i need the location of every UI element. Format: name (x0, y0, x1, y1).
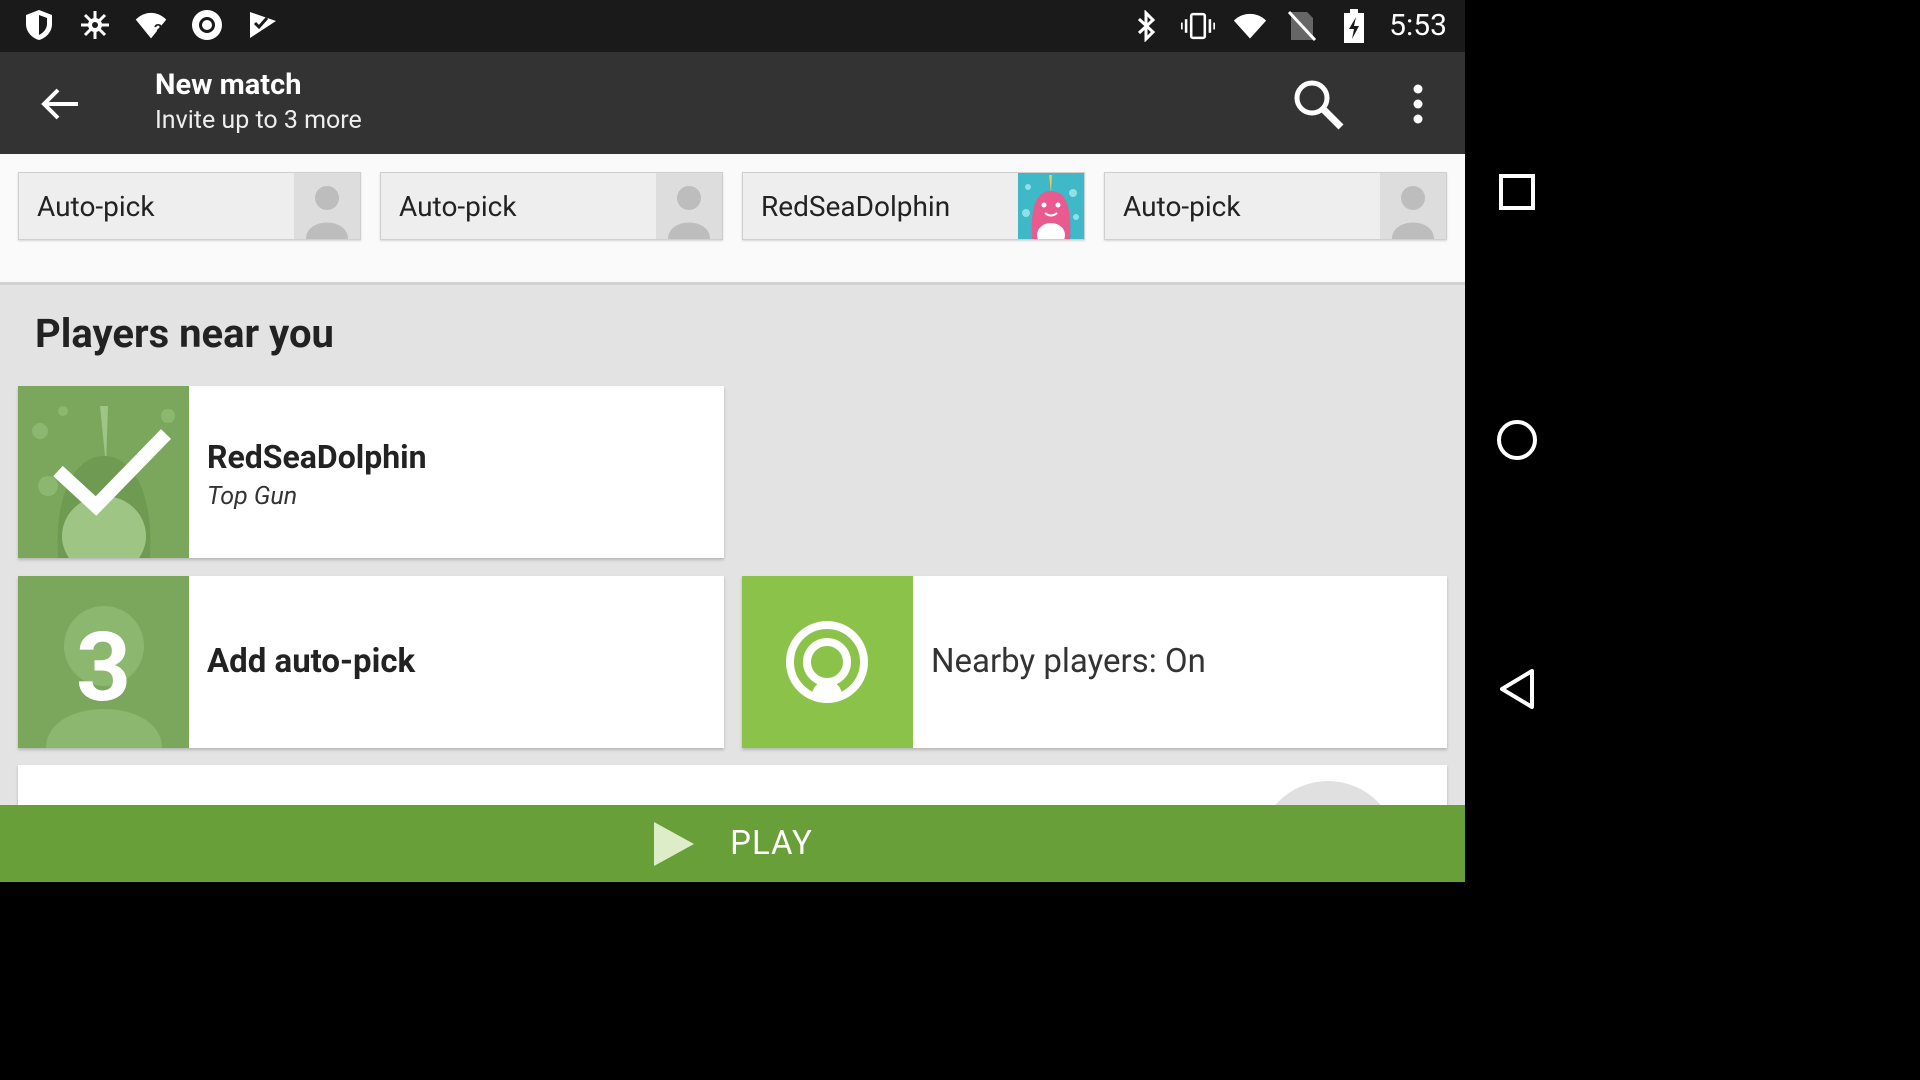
unicorn-avatar-icon (1018, 173, 1084, 239)
slot-3[interactable]: RedSeaDolphin (742, 172, 1085, 240)
play-button[interactable]: PLAY (0, 805, 1465, 882)
section-title: Players near you (35, 310, 334, 357)
slot-label: RedSeaDolphin (761, 190, 951, 223)
status-bar: ? 5:53 (0, 0, 1465, 52)
slot-2[interactable]: Auto-pick (380, 172, 723, 240)
nearby-broadcast-icon (742, 576, 913, 748)
auto-pick-count-tile: 3 (18, 576, 189, 748)
arrow-back-icon (41, 88, 78, 120)
wifi-icon (1233, 9, 1267, 43)
more-vert-icon (1413, 84, 1423, 124)
add-auto-pick-label: Add auto-pick (207, 642, 416, 681)
bluetooth-icon (1129, 9, 1163, 43)
person-placeholder-icon (656, 173, 722, 239)
navigation-bar (1465, 0, 1568, 882)
checkmark-flag-icon (246, 8, 280, 42)
home-button[interactable] (1491, 414, 1543, 466)
vibrate-icon (1181, 9, 1216, 43)
home-icon (1497, 420, 1537, 460)
overflow-menu-button[interactable] (1396, 74, 1440, 134)
settings-sparkle-icon (78, 8, 112, 42)
no-sim-icon (1285, 9, 1319, 43)
slot-label: Auto-pick (37, 190, 155, 223)
nearby-tile (742, 576, 913, 748)
person-placeholder-icon (1380, 173, 1446, 239)
player-title: Top Gun (207, 482, 298, 511)
page-title: New match (155, 68, 302, 102)
wifi-question-icon: ? (134, 8, 168, 42)
recents-button[interactable] (1491, 166, 1543, 218)
status-clock: 5:53 (1389, 8, 1447, 43)
nearby-status-label: Nearby players: On (931, 642, 1206, 681)
player-avatar-selected (18, 386, 189, 558)
page-subtitle: Invite up to 3 more (155, 106, 362, 135)
app-screen: ? 5:53 New match Invite up to 3 more Aut… (0, 0, 1465, 882)
shield-icon (22, 8, 56, 42)
play-icon (654, 821, 695, 866)
person-placeholder-icon (294, 173, 360, 239)
player-card[interactable]: RedSeaDolphin Top Gun (18, 386, 724, 558)
title-block: New match Invite up to 3 more (155, 68, 362, 135)
slot-label: Auto-pick (1123, 190, 1241, 223)
recents-icon (1499, 174, 1535, 210)
record-circle-icon (190, 8, 224, 42)
add-auto-pick-card[interactable]: 3 Add auto-pick (18, 576, 724, 748)
action-bar: New match Invite up to 3 more (0, 52, 1465, 154)
nearby-players-card[interactable]: Nearby players: On (742, 576, 1447, 748)
nav-back-button[interactable] (1491, 663, 1543, 715)
svg-text:?: ? (154, 22, 163, 38)
player-slots: Auto-pick Auto-pick RedSeaDolphin Auto-p… (0, 154, 1465, 285)
battery-charging-icon (1337, 8, 1371, 43)
slot-1[interactable]: Auto-pick (18, 172, 361, 240)
back-triangle-icon (1500, 669, 1534, 709)
slot-label: Auto-pick (399, 190, 517, 223)
auto-pick-count: 3 (75, 612, 132, 724)
search-icon (1294, 80, 1344, 130)
slot-4[interactable]: Auto-pick (1104, 172, 1447, 240)
back-button[interactable] (30, 76, 90, 132)
player-name: RedSeaDolphin (207, 438, 427, 476)
play-label: PLAY (730, 824, 813, 863)
search-button[interactable] (1288, 74, 1348, 134)
